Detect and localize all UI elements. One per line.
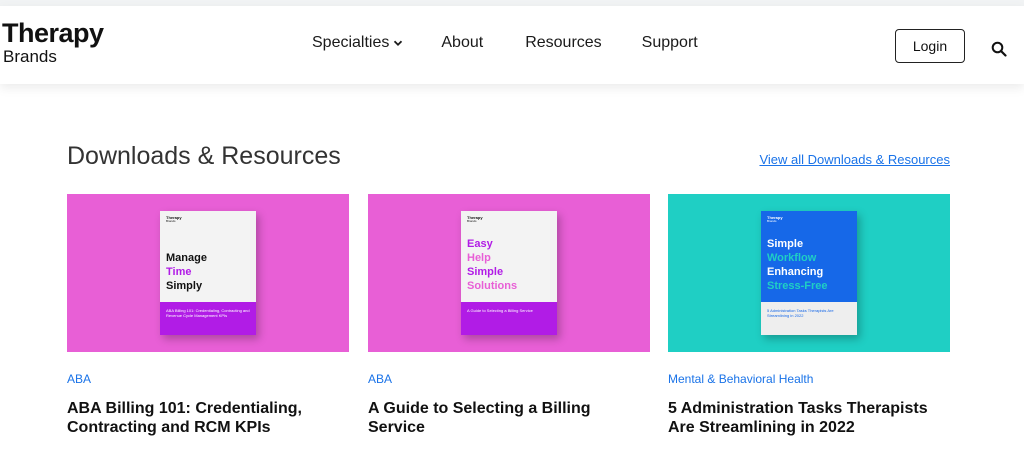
card-title[interactable]: A Guide to Selecting a Billing Service <box>368 399 650 437</box>
card-title[interactable]: ABA Billing 101: Credentialing, Contract… <box>67 399 349 437</box>
cover-line: Easy <box>467 238 493 250</box>
cover-line: Workflow <box>767 252 817 264</box>
cover-brand: Therapy Brands <box>166 215 182 223</box>
nav-resources[interactable]: Resources <box>525 34 601 52</box>
cover-band: A Guide to Selecting a Billing Service <box>461 302 557 335</box>
cover-subtitle: 5 Administration Tasks Therapists Are St… <box>767 308 834 318</box>
cover-line: Manage <box>166 252 207 264</box>
cover-line: Stress-Free <box>767 280 828 292</box>
nav-about[interactable]: About <box>441 34 483 52</box>
ebook-cover: Therapy Brands Manage Time Simply ABA Bil… <box>160 211 256 335</box>
resource-card[interactable]: Therapy Brands Manage Time Simply ABA Bil… <box>67 194 349 437</box>
card-tag[interactable]: ABA <box>368 372 650 386</box>
nav-label: Specialties <box>312 34 390 51</box>
cover-headline: Manage Time Simply <box>166 251 207 293</box>
cover-subtitle: ABA Billing 101: Credentialing, Contract… <box>166 308 250 318</box>
cover-headline: Easy Help Simple Solutions <box>467 237 517 293</box>
cover-line: Time <box>166 266 192 278</box>
ebook-cover: Therapy Brands Easy Help Simple Solutions… <box>461 211 557 335</box>
login-button[interactable]: Login <box>895 29 965 63</box>
card-thumbnail[interactable]: Therapy Brands Simple Workflow Enhancing … <box>668 194 950 352</box>
cover-brand: Therapy Brands <box>467 215 483 223</box>
card-thumbnail[interactable]: Therapy Brands Easy Help Simple Solutions… <box>368 194 650 352</box>
cover-line: Solutions <box>467 280 518 292</box>
nav-support[interactable]: Support <box>642 34 698 52</box>
nav-specialties[interactable]: Specialties <box>312 34 403 52</box>
cover-line: Enhancing <box>767 266 824 278</box>
nav-label: About <box>441 34 484 51</box>
chevron-down-icon <box>394 40 403 46</box>
view-all-link[interactable]: View all Downloads & Resources <box>759 152 950 167</box>
site-header: Therapy Brands Specialties About Resourc… <box>0 6 1024 84</box>
ebook-cover: Therapy Brands Simple Workflow Enhancing … <box>761 211 857 335</box>
cover-line: Simply <box>166 280 203 292</box>
logo-line2: Brands <box>3 47 57 66</box>
nav-label: Resources <box>525 34 602 51</box>
main-nav: Specialties About Resources Support <box>312 34 698 52</box>
cover-band: ABA Billing 101: Credentialing, Contract… <box>160 302 256 335</box>
cover-line: Simple <box>767 238 804 250</box>
cover-subtitle: A Guide to Selecting a Billing Service <box>467 308 533 313</box>
cover-line: Help <box>467 252 491 264</box>
bottom-fade <box>0 441 1024 449</box>
search-icon[interactable] <box>991 41 1007 57</box>
logo-line1: Therapy <box>2 18 104 48</box>
nav-label: Support <box>641 34 698 51</box>
resource-card[interactable]: Therapy Brands Simple Workflow Enhancing … <box>668 194 950 437</box>
logo[interactable]: Therapy Brands <box>2 18 104 66</box>
card-thumbnail[interactable]: Therapy Brands Manage Time Simply ABA Bil… <box>67 194 349 352</box>
resource-card[interactable]: Therapy Brands Easy Help Simple Solutions… <box>368 194 650 437</box>
card-tag[interactable]: Mental & Behavioral Health <box>668 372 950 386</box>
cover-band: 5 Administration Tasks Therapists Are St… <box>761 302 857 335</box>
cover-headline: Simple Workflow Enhancing Stress-Free <box>767 237 828 293</box>
card-title[interactable]: 5 Administration Tasks Therapists Are St… <box>668 399 950 437</box>
cover-brand: Therapy Brands <box>767 215 783 223</box>
card-tag[interactable]: ABA <box>67 372 349 386</box>
cover-line: Simple <box>467 266 504 278</box>
section-title: Downloads & Resources <box>67 142 341 170</box>
